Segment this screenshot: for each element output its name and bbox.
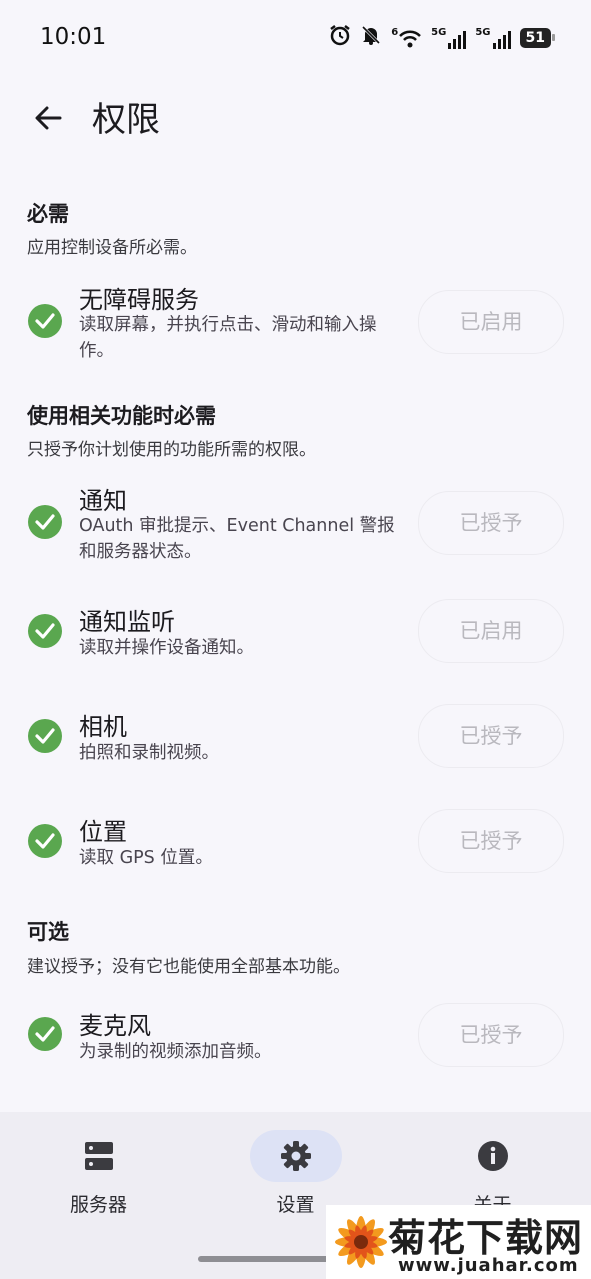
check-circle-icon <box>28 824 62 858</box>
info-icon <box>477 1141 508 1171</box>
permission-status-button[interactable]: 已授予 <box>418 1003 564 1067</box>
permission-row-accessibility: 无障碍服务 读取屏幕，并执行点击、滑动和输入操作。 已启用 <box>0 280 591 370</box>
watermark-url: www.juahar.com <box>398 1255 579 1276</box>
permission-description: 读取屏幕，并执行点击、滑动和输入操作。 <box>79 315 377 361</box>
permission-name: 相机 <box>79 713 127 741</box>
page-title: 权限 <box>92 100 160 140</box>
permission-description: 读取并操作设备通知。 <box>79 638 254 658</box>
alarm-icon <box>329 24 351 51</box>
permission-name: 无障碍服务 <box>79 286 199 314</box>
wifi-label: 6 <box>391 26 399 38</box>
app-bar: 权限 <box>0 88 591 148</box>
permission-status-button[interactable]: 已启用 <box>418 290 564 354</box>
nav-label-servers: 服务器 <box>69 1194 127 1216</box>
net1-label: 5G <box>431 26 447 38</box>
permission-row-location: 位置 读取 GPS 位置。 已授予 <box>0 809 591 882</box>
permission-status-button[interactable]: 已授予 <box>418 704 564 768</box>
check-circle-icon <box>28 1017 62 1051</box>
section-subtitle-required: 应用控制设备所必需。 <box>27 238 197 258</box>
section-title-required: 必需 <box>27 202 69 226</box>
permission-description: 读取 GPS 位置。 <box>79 848 213 868</box>
server-icon <box>84 1142 113 1170</box>
check-circle-icon <box>28 719 62 753</box>
permission-status-button[interactable]: 已启用 <box>418 599 564 663</box>
status-bar: 10:01 6 5G 5G 51 <box>0 0 591 76</box>
back-button[interactable] <box>28 98 68 138</box>
net2-label: 5G <box>475 26 491 38</box>
cell-signal-1-icon: 5G <box>431 26 467 49</box>
arrow-left-icon <box>35 106 62 130</box>
nav-icon-container <box>447 1130 539 1182</box>
permission-row-notification-listener: 通知监听 读取并操作设备通知。 已启用 <box>0 599 591 672</box>
bell-off-icon <box>360 24 382 51</box>
permission-status-button[interactable]: 已授予 <box>418 809 564 873</box>
status-time: 10:01 <box>40 24 107 50</box>
permission-name: 位置 <box>79 818 127 846</box>
battery-indicator: 51 <box>519 27 556 48</box>
section-title-feature: 使用相关功能时必需 <box>27 404 216 428</box>
permission-row-microphone: 麦克风 为录制的视频添加音频。 已授予 <box>0 1003 591 1076</box>
section-title-optional: 可选 <box>27 920 69 944</box>
nav-icon-container-active <box>249 1130 342 1182</box>
status-icons: 6 5G 5G 51 <box>329 24 556 51</box>
watermark-title: 菊花下载网 <box>388 1216 584 1260</box>
section-subtitle-feature: 只授予你计划使用的功能所需的权限。 <box>27 440 316 460</box>
permission-description: OAuth 审批提示、Event Channel 警报和服务器状态。 <box>79 516 395 562</box>
permission-row-notifications: 通知 OAuth 审批提示、Event Channel 警报和服务器状态。 已授… <box>0 481 591 571</box>
check-circle-icon <box>28 614 62 648</box>
permission-name: 通知监听 <box>79 608 175 636</box>
wifi-icon: 6 <box>391 27 422 49</box>
permission-description: 拍照和录制视频。 <box>79 743 219 763</box>
check-circle-icon <box>28 505 62 539</box>
permission-name: 通知 <box>79 487 127 515</box>
watermark-logo: 菊花下载网 www.juahar.com <box>326 1205 591 1279</box>
gear-icon <box>280 1141 311 1171</box>
permission-name: 麦克风 <box>79 1012 151 1040</box>
permission-status-button[interactable]: 已授予 <box>418 491 564 555</box>
flower-logo-icon <box>335 1216 387 1268</box>
nav-icon-container <box>53 1130 145 1182</box>
section-subtitle-optional: 建议授予；没有它也能使用全部基本功能。 <box>27 957 350 977</box>
check-circle-icon <box>28 304 62 338</box>
permission-row-camera: 相机 拍照和录制视频。 已授予 <box>0 704 591 777</box>
nav-item-servers[interactable]: 服务器 <box>0 1112 197 1242</box>
permission-description: 为录制的视频添加音频。 <box>79 1042 272 1062</box>
cell-signal-2-icon: 5G <box>475 26 511 49</box>
